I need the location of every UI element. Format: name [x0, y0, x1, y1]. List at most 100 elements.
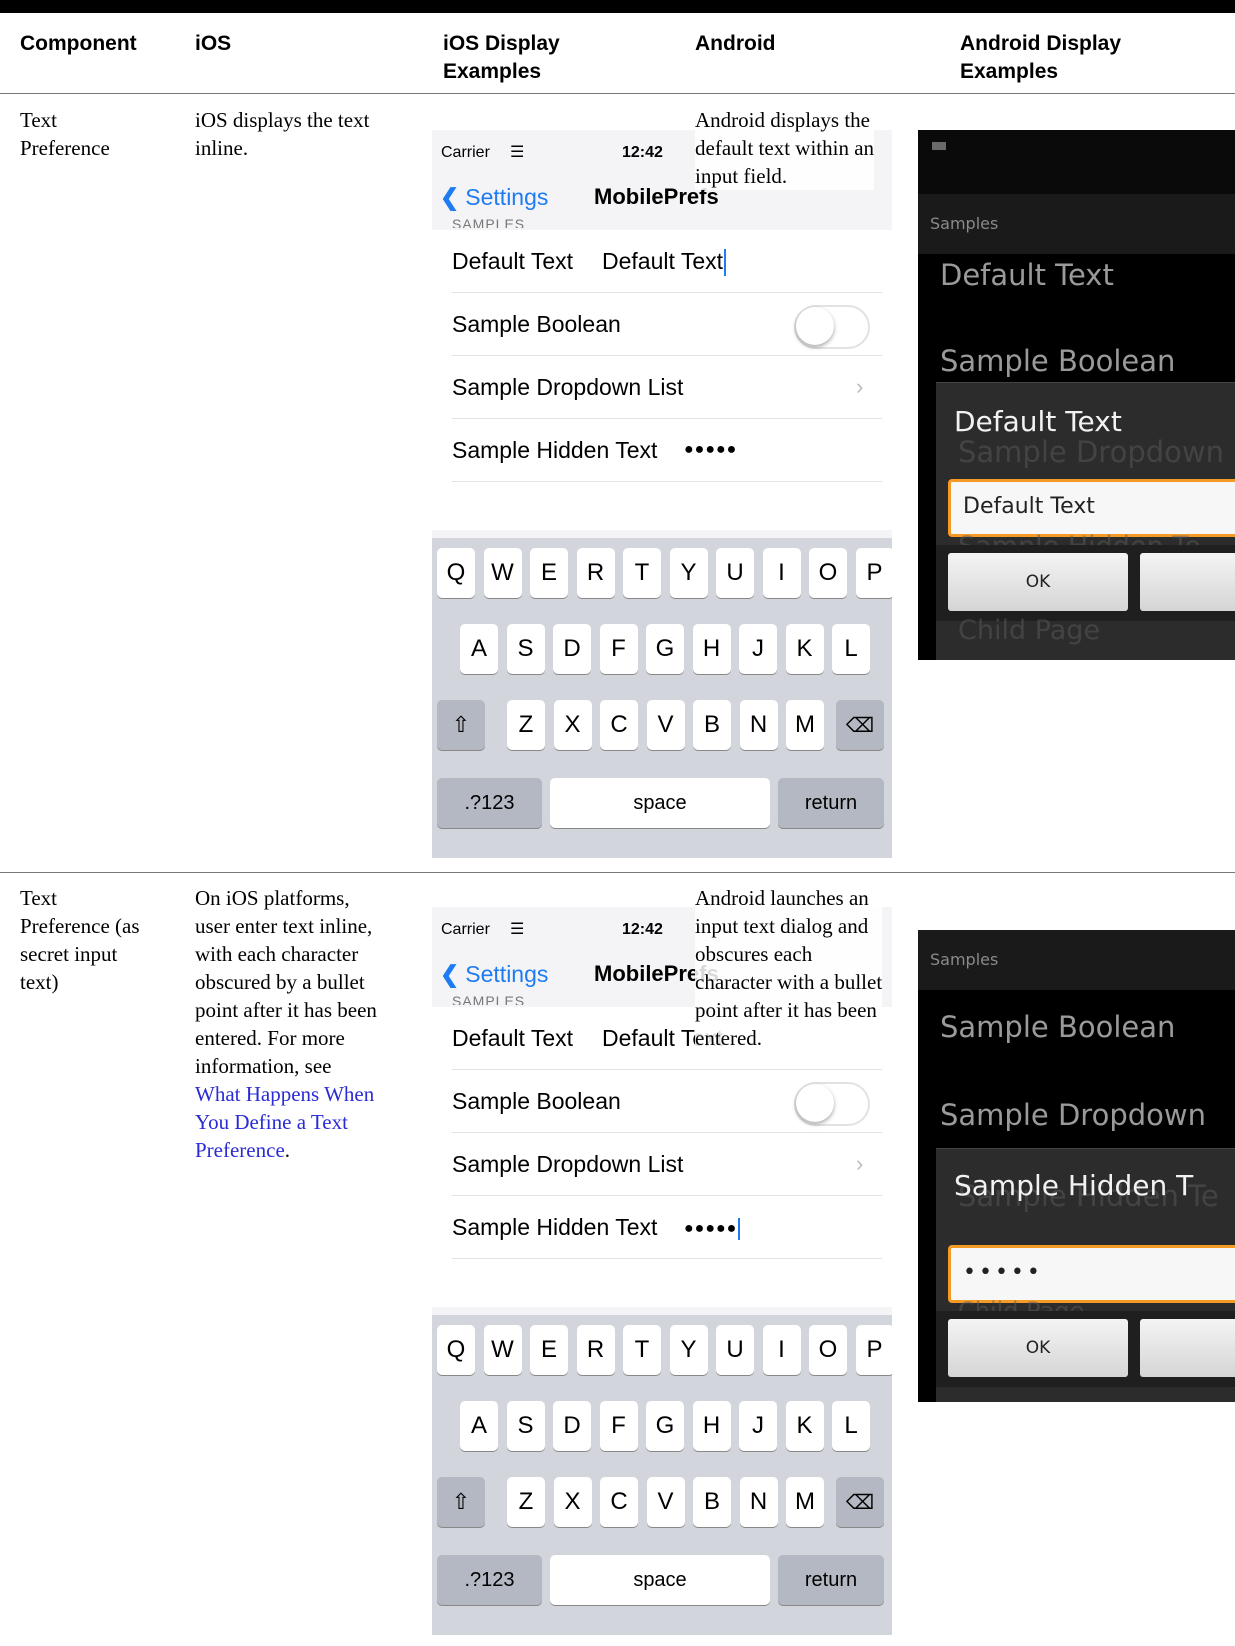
key-x[interactable]: X — [553, 1477, 592, 1527]
numbers-key[interactable]: .?123 — [437, 1555, 542, 1605]
notification-icon — [932, 142, 946, 150]
row-hidden-text[interactable]: Sample Hidden Text ●●●●● — [452, 419, 882, 482]
key-c[interactable]: C — [600, 1477, 638, 1527]
key-c[interactable]: C — [600, 700, 638, 750]
key-o[interactable]: O — [809, 1325, 847, 1375]
space-key[interactable]: space — [550, 1555, 770, 1605]
row-dropdown[interactable]: Sample Dropdown List › — [452, 356, 882, 419]
key-a[interactable]: A — [460, 624, 498, 674]
ok-button[interactable]: OK — [948, 553, 1128, 611]
field-value: Default Text — [963, 494, 1095, 519]
hidden-text-input[interactable]: ●●●●● — [684, 1218, 741, 1240]
key-e[interactable]: E — [530, 1325, 568, 1375]
key-t[interactable]: T — [623, 548, 661, 598]
shift-key[interactable]: ⇧ — [437, 700, 485, 750]
chevron-left-icon: ❮ — [440, 184, 460, 210]
key-b[interactable]: B — [693, 700, 731, 750]
dialog-text-field[interactable]: Default Text — [948, 479, 1235, 537]
key-u[interactable]: U — [716, 1325, 754, 1375]
section-header: SAMPLES — [452, 993, 526, 1005]
key-w[interactable]: W — [483, 548, 522, 598]
underlay-dropdown: Sample Dropdown — [958, 435, 1224, 469]
key-r[interactable]: R — [576, 1325, 615, 1375]
android-screenshot-2: Samples Sample Boolean Sample Dropdown S… — [918, 930, 1235, 1402]
key-n[interactable]: N — [739, 700, 778, 750]
key-i[interactable]: I — [762, 1325, 801, 1375]
wifi-icon: ☰ — [510, 144, 525, 161]
key-f[interactable]: F — [599, 1401, 638, 1451]
key-q[interactable]: Q — [437, 548, 475, 598]
header-ios-display: iOS Display Examples — [443, 32, 560, 83]
key-v[interactable]: V — [646, 700, 685, 750]
android-pref-default-text[interactable]: Default Text — [940, 258, 1114, 292]
key-p[interactable]: P — [855, 548, 892, 598]
back-button[interactable]: ❮ Settings — [440, 961, 548, 988]
dialog-secret-field[interactable]: ••••• — [948, 1245, 1235, 1303]
hidden-text-value[interactable]: ●●●●● — [684, 441, 737, 459]
key-k[interactable]: K — [785, 1401, 824, 1451]
key-g[interactable]: G — [646, 624, 684, 674]
android-pref-boolean[interactable]: Sample Boolean — [940, 1010, 1175, 1044]
android-pref-boolean[interactable]: Sample Boolean — [940, 344, 1175, 378]
key-r[interactable]: R — [576, 548, 615, 598]
row-default-text[interactable]: Default Text Default Text — [452, 230, 882, 293]
key-y[interactable]: Y — [669, 548, 708, 598]
return-key[interactable]: return — [778, 778, 884, 828]
cancel-button[interactable] — [1140, 553, 1235, 611]
key-o[interactable]: O — [809, 548, 847, 598]
delete-key[interactable]: ⌫ — [836, 1477, 884, 1527]
key-h[interactable]: H — [692, 624, 731, 674]
boolean-toggle[interactable] — [794, 305, 870, 349]
android-pref-dropdown[interactable]: Sample Dropdown — [940, 1098, 1206, 1132]
key-e[interactable]: E — [530, 548, 568, 598]
status-time: 12:42 — [622, 921, 663, 938]
key-m[interactable]: M — [786, 1477, 824, 1527]
key-z[interactable]: Z — [507, 700, 545, 750]
key-s[interactable]: S — [506, 624, 545, 674]
space-key[interactable]: space — [550, 778, 770, 828]
key-j[interactable]: J — [739, 624, 777, 674]
key-l[interactable]: L — [832, 1401, 870, 1451]
key-q[interactable]: Q — [437, 1325, 475, 1375]
key-t[interactable]: T — [623, 1325, 661, 1375]
dialog-button-row: OK — [936, 1311, 1235, 1387]
key-l[interactable]: L — [832, 624, 870, 674]
key-a[interactable]: A — [460, 1401, 498, 1451]
key-x[interactable]: X — [553, 700, 592, 750]
header-ios: iOS — [195, 32, 232, 55]
shift-key[interactable]: ⇧ — [437, 1477, 485, 1527]
key-z[interactable]: Z — [507, 1477, 545, 1527]
key-i[interactable]: I — [762, 548, 801, 598]
row2-ios-text: On iOS platforms, user enter text inline… — [195, 884, 377, 1164]
key-w[interactable]: W — [483, 1325, 522, 1375]
carrier-label: Carrier — [441, 921, 490, 938]
key-p[interactable]: P — [855, 1325, 892, 1375]
key-s[interactable]: S — [506, 1401, 545, 1451]
default-text-input[interactable]: Default Text — [602, 248, 727, 277]
key-h[interactable]: H — [692, 1401, 731, 1451]
ok-button[interactable]: OK — [948, 1319, 1128, 1377]
key-b[interactable]: B — [693, 1477, 731, 1527]
numbers-key[interactable]: .?123 — [437, 778, 542, 828]
key-m[interactable]: M — [786, 700, 824, 750]
key-k[interactable]: K — [785, 624, 824, 674]
key-g[interactable]: G — [646, 1401, 684, 1451]
delete-key[interactable]: ⌫ — [836, 700, 884, 750]
key-y[interactable]: Y — [669, 1325, 708, 1375]
key-f[interactable]: F — [599, 624, 638, 674]
row-hidden-text[interactable]: Sample Hidden Text ●●●●● — [452, 1196, 882, 1259]
hidden-text-label: Sample Hidden Text — [452, 1214, 658, 1240]
row-sample-boolean[interactable]: Sample Boolean — [452, 293, 882, 356]
key-v[interactable]: V — [646, 1477, 685, 1527]
key-n[interactable]: N — [739, 1477, 778, 1527]
row-sample-boolean[interactable]: Sample Boolean — [452, 1070, 882, 1133]
key-j[interactable]: J — [739, 1401, 777, 1451]
return-key[interactable]: return — [778, 1555, 884, 1605]
key-d[interactable]: D — [553, 624, 591, 674]
boolean-toggle[interactable] — [794, 1082, 870, 1126]
back-button[interactable]: ❮ Settings — [440, 184, 548, 211]
cancel-button[interactable] — [1140, 1319, 1235, 1377]
key-u[interactable]: U — [716, 548, 754, 598]
row-dropdown[interactable]: Sample Dropdown List › — [452, 1133, 882, 1196]
key-d[interactable]: D — [553, 1401, 591, 1451]
